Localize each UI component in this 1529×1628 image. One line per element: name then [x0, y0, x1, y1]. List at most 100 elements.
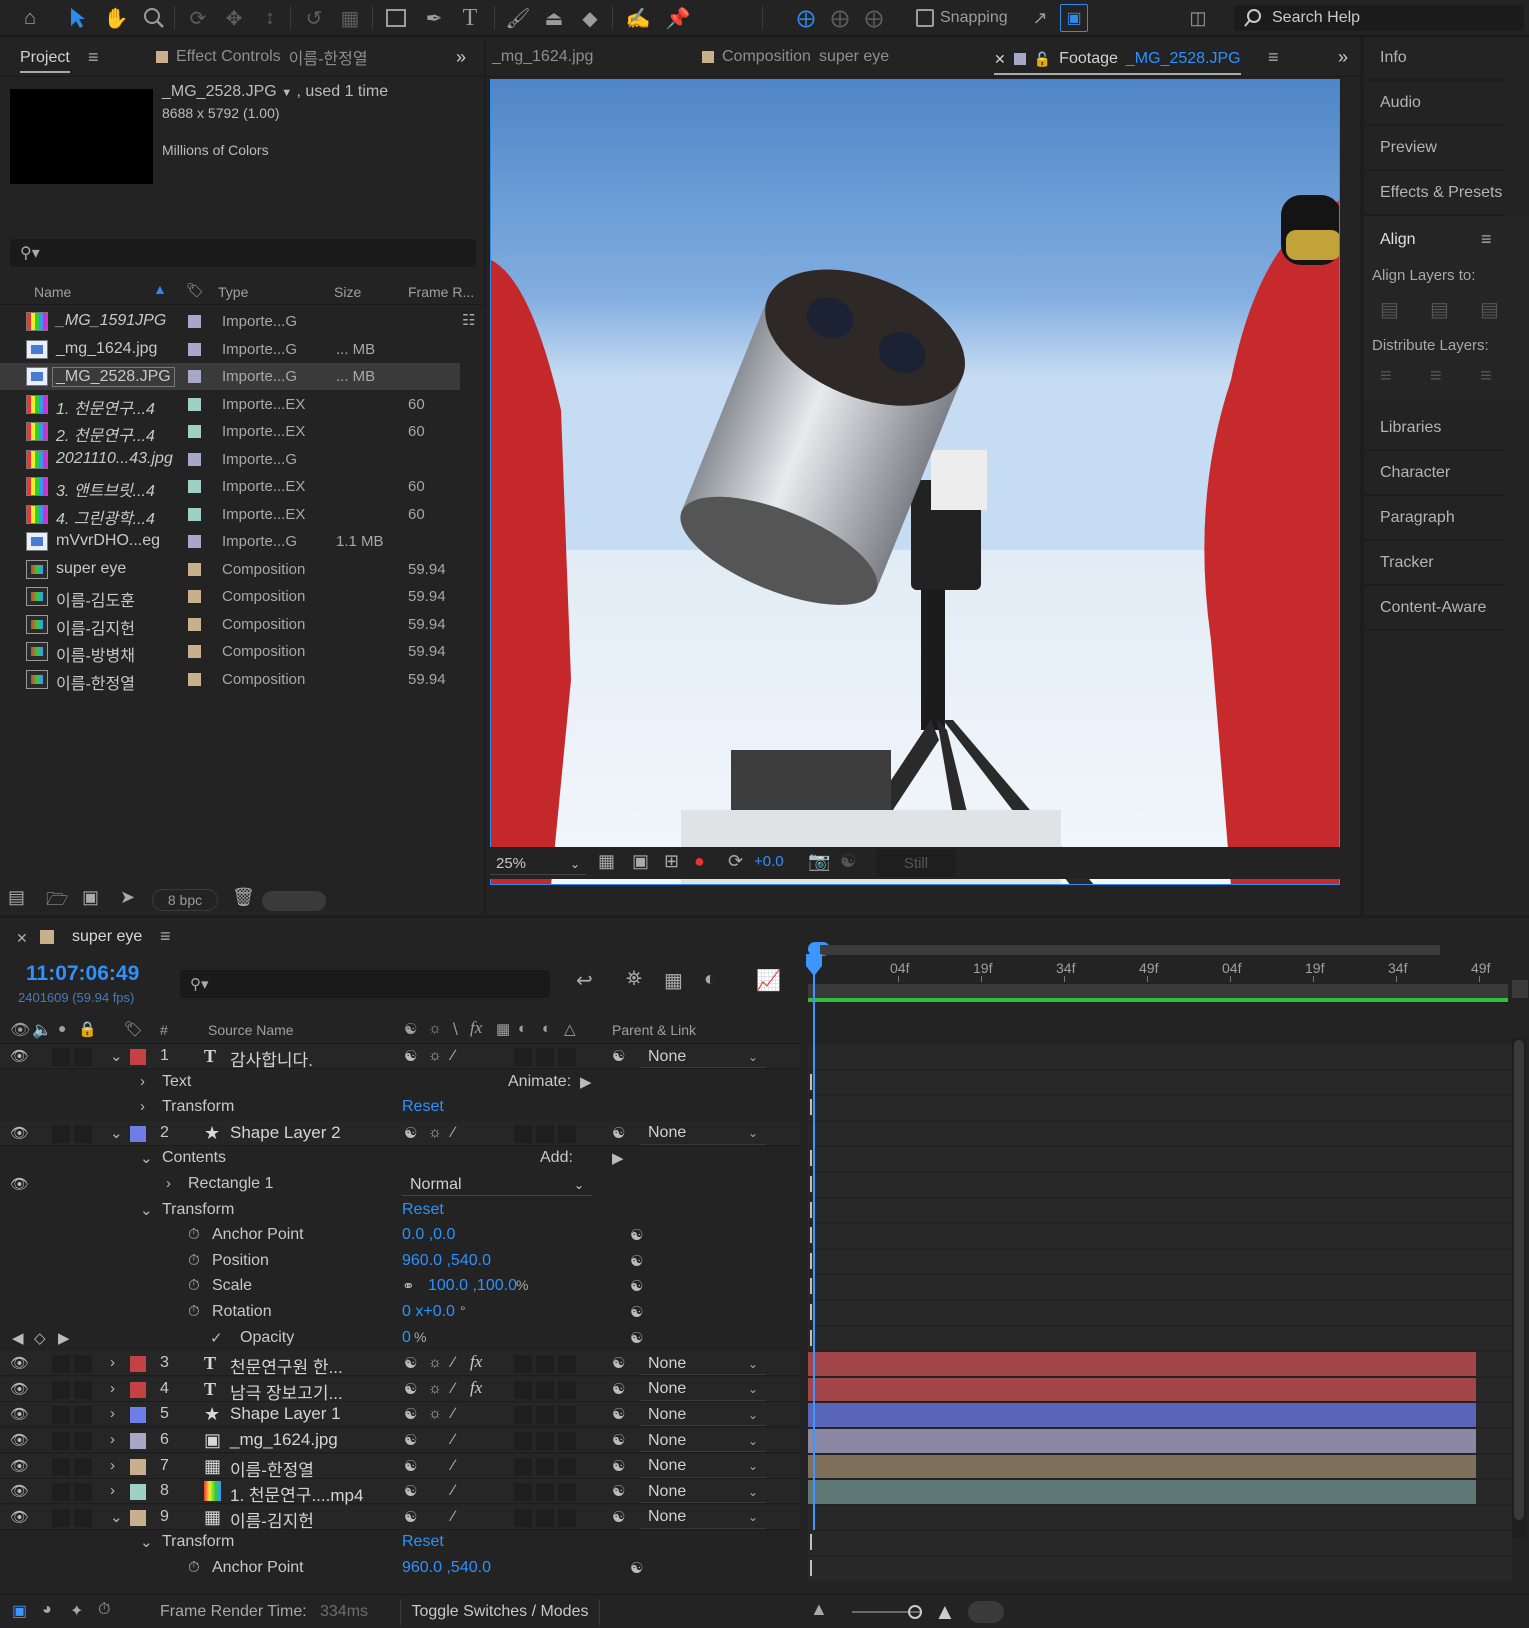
timeline-zoom-thumb[interactable]: [908, 1605, 922, 1619]
distribute-bottom-icon[interactable]: ≡: [1480, 365, 1492, 388]
project-item[interactable]: _MG_2528.JPG Importe...G ... MB: [0, 363, 460, 390]
label-color-swatch[interactable]: [188, 507, 201, 521]
footage-viewer-image[interactable]: [490, 79, 1340, 885]
clone-stamp-tool-icon[interactable]: ⏏: [540, 4, 568, 32]
right-panel-tab-audio[interactable]: Audio: [1364, 82, 1504, 126]
project-item[interactable]: mVvrDHO...eg Importe...G 1.1 MB: [0, 528, 460, 555]
col-frame-rate-header[interactable]: Frame R...: [408, 284, 474, 300]
layer-duration-bar[interactable]: [808, 1352, 1476, 1376]
shy-switch-icon[interactable]: ☯: [404, 1020, 417, 1038]
comp-marker-bin[interactable]: [1512, 980, 1528, 998]
zoom-tool-icon[interactable]: [140, 4, 168, 32]
label-color-swatch[interactable]: [188, 672, 201, 686]
pan-behind-tool-icon[interactable]: ▦: [336, 4, 364, 32]
tab-footage-mg1624[interactable]: _mg_1624.jpg: [492, 45, 593, 69]
project-item[interactable]: 1. 천문연구...4 Importe...EX 60: [0, 391, 460, 418]
align-horizontal-center-icon[interactable]: ▤: [1430, 297, 1449, 322]
project-item[interactable]: 2021110...43.jpg Importe...G: [0, 446, 460, 473]
adjust-project-settings-icon[interactable]: ➤: [120, 887, 135, 908]
project-item[interactable]: super eye Composition 59.94: [0, 556, 460, 583]
zoom-out-mountains-icon[interactable]: ▲: [810, 1599, 828, 1620]
viewer-overflow-icon[interactable]: »: [1338, 45, 1348, 69]
layer-switches-icon[interactable]: ▣: [12, 1601, 27, 1621]
work-area-range[interactable]: [820, 945, 1440, 955]
region-of-interest-icon[interactable]: ▣: [632, 851, 649, 872]
align-right-icon[interactable]: ▤: [1480, 297, 1499, 322]
pen-tool-icon[interactable]: ✒: [420, 4, 448, 32]
label-color-swatch[interactable]: [188, 590, 201, 603]
col-name-header[interactable]: Name: [34, 284, 71, 300]
project-item[interactable]: 이름-김도훈 Composition 59.94: [0, 583, 460, 610]
label-color-swatch[interactable]: [188, 535, 201, 548]
scrollbar-thumb[interactable]: [1514, 1040, 1524, 1520]
close-icon[interactable]: ✕: [16, 930, 28, 947]
col-type-header[interactable]: Type: [218, 284, 248, 300]
project-item[interactable]: _mg_1624.jpg Importe...G ... MB: [0, 336, 460, 363]
frame-blending-icon[interactable]: ▦: [664, 968, 683, 993]
layer-duration-bar[interactable]: [808, 1429, 1476, 1453]
tab-project[interactable]: Project: [20, 45, 70, 73]
comp-flowchart-icon[interactable]: ↩: [576, 968, 593, 993]
right-panel-tab-libraries[interactable]: Libraries: [1364, 407, 1504, 451]
label-color-swatch[interactable]: [188, 452, 201, 466]
snap-edges-icon[interactable]: ↗: [1026, 4, 1054, 32]
interpret-footage-icon[interactable]: ▤: [8, 887, 25, 908]
guides-grid-icon[interactable]: ⊞: [664, 851, 679, 872]
project-item[interactable]: 이름-한정열 Composition 59.94: [0, 666, 460, 693]
rectangle-tool-icon[interactable]: [382, 4, 410, 32]
right-panel-tab-info[interactable]: Info: [1364, 37, 1504, 81]
right-panel-tab-paragraph[interactable]: Paragraph: [1364, 497, 1504, 541]
right-panel-tab-content-aware[interactable]: Content-Aware: [1364, 587, 1504, 631]
transfer-controls-icon[interactable]: ◕: [42, 1601, 52, 1619]
frame-blend-switch-icon[interactable]: ▦: [496, 1020, 510, 1038]
render-time-icon[interactable]: ⏱: [98, 1601, 110, 1619]
project-search-input[interactable]: ⚲▾: [10, 239, 476, 267]
show-snapshot-icon[interactable]: ☯: [840, 851, 856, 872]
roto-brush-tool-icon[interactable]: ✍: [624, 4, 652, 32]
lock-icon[interactable]: 🔓: [1034, 51, 1051, 68]
transparency-grid-icon[interactable]: ▦: [598, 851, 615, 872]
col-size-header[interactable]: Size: [334, 284, 361, 300]
new-folder-icon[interactable]: 🗁: [46, 887, 68, 917]
project-item[interactable]: 3. 앤트브릿...4 Importe...EX 60: [0, 473, 460, 500]
world-axis-mode-icon[interactable]: ⨁: [826, 4, 854, 32]
reset-exposure-icon[interactable]: ⟳: [728, 851, 743, 872]
layer-duration-bar[interactable]: [808, 1377, 1476, 1402]
orbit-camera-icon[interactable]: ⟳: [184, 4, 212, 32]
right-panel-tab-preview[interactable]: Preview: [1364, 127, 1504, 171]
layer-search-input[interactable]: ⚲▾: [180, 970, 550, 998]
magnification-dropdown[interactable]: 25% ⌄: [490, 853, 586, 875]
label-tag-icon[interactable]: 🏷: [186, 282, 204, 299]
selection-tool-icon[interactable]: [64, 4, 92, 32]
distribute-top-icon[interactable]: ≡: [1380, 365, 1392, 388]
project-item[interactable]: 2. 천문연구...4 Importe...EX 60: [0, 418, 460, 445]
tab-composition[interactable]: Composition super eye: [702, 45, 889, 69]
right-panel-tab-tracker[interactable]: Tracker: [1364, 542, 1504, 586]
tab-footage-active[interactable]: ✕ 🔓 Footage _MG_2528.JPG: [994, 45, 1241, 75]
timeline-menu-icon[interactable]: ≡: [160, 926, 171, 947]
current-timecode[interactable]: 11:07:06:49: [26, 962, 139, 986]
right-panel-tab-character[interactable]: Character: [1364, 452, 1504, 496]
channel-rgb-icon[interactable]: ●: [694, 851, 705, 872]
hand-tool-icon[interactable]: ✋: [102, 4, 130, 32]
sort-ascending-icon[interactable]: ▲: [153, 281, 167, 297]
graph-editor-icon[interactable]: 📈: [756, 968, 781, 993]
playhead-handle[interactable]: [806, 954, 822, 976]
bit-depth-button[interactable]: 8 bpc: [152, 889, 218, 911]
local-axis-mode-icon[interactable]: ⨁: [792, 4, 820, 32]
right-panel-tab-effects-presets[interactable]: Effects & Presets: [1364, 172, 1504, 216]
snapping-checkbox[interactable]: [916, 9, 934, 27]
quality-switch-icon[interactable]: ∖: [450, 1020, 460, 1038]
home-icon[interactable]: ⌂: [16, 4, 44, 32]
3d-layer-switch-icon[interactable]: △: [564, 1020, 576, 1038]
toggle-switches-modes-button[interactable]: Toggle Switches / Modes: [400, 1599, 600, 1625]
label-color-swatch[interactable]: [188, 645, 201, 658]
label-color-swatch[interactable]: [188, 480, 201, 493]
viewer-menu-icon[interactable]: ≡: [1268, 45, 1279, 69]
tab-effect-controls[interactable]: Effect Controls 이름-한정열: [156, 45, 368, 69]
solo-switch-icon[interactable]: ●: [58, 1020, 66, 1036]
label-color-swatch[interactable]: [188, 397, 201, 411]
project-item[interactable]: 이름-김지헌 Composition 59.94: [0, 611, 460, 638]
label-tag-icon[interactable]: 🏷: [124, 1020, 143, 1038]
project-menu-icon[interactable]: ≡: [88, 45, 99, 69]
